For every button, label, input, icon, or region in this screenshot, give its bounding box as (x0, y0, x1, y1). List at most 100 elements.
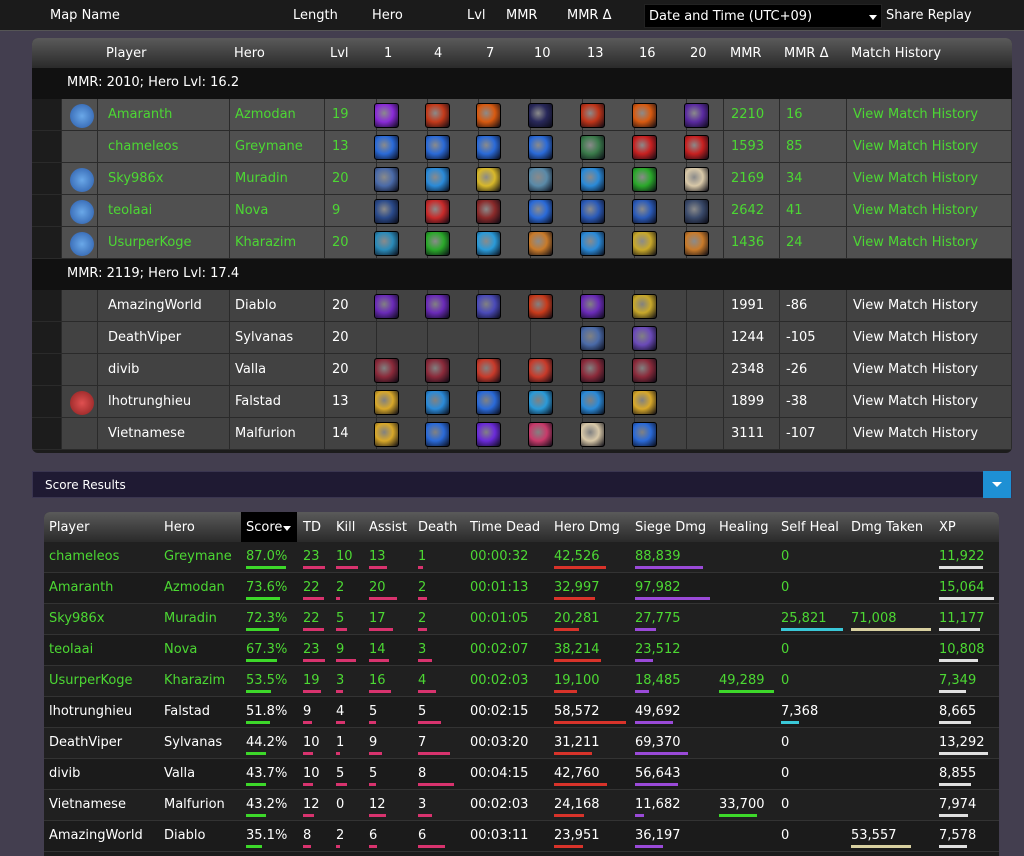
view-match-history-link[interactable]: View Match History (853, 298, 978, 313)
talent-icon[interactable] (374, 135, 399, 160)
talent-icon[interactable] (374, 390, 399, 415)
talent-icon[interactable] (684, 167, 709, 192)
score-player-name[interactable]: Amaranth (49, 580, 113, 595)
player-name[interactable]: divib (108, 362, 139, 377)
talent-icon[interactable] (632, 231, 657, 256)
view-match-history-link[interactable]: View Match History (853, 107, 978, 122)
score-col-healing[interactable]: Healing (719, 520, 768, 535)
talent-icon[interactable] (632, 294, 657, 319)
talent-icon[interactable] (528, 358, 553, 383)
score-col-xp[interactable]: XP (939, 520, 956, 535)
player-name[interactable]: teolaai (108, 203, 152, 218)
talent-icon[interactable] (632, 199, 657, 224)
talent-icon[interactable] (425, 422, 450, 447)
talent-icon[interactable] (632, 390, 657, 415)
score-col-hero-dmg[interactable]: Hero Dmg (554, 520, 620, 535)
view-match-history-link[interactable]: View Match History (853, 171, 978, 186)
lvl-column[interactable]: Lvl (467, 8, 486, 23)
score-col-death[interactable]: Death (418, 520, 457, 535)
talent-icon[interactable] (580, 326, 605, 351)
view-match-history-link[interactable]: View Match History (853, 203, 978, 218)
score-results-toggle[interactable] (983, 471, 1011, 498)
score-player-name[interactable]: teolaai (49, 642, 93, 657)
talent-icon[interactable] (580, 422, 605, 447)
talent-icon[interactable] (374, 199, 399, 224)
view-match-history-link[interactable]: View Match History (853, 394, 978, 409)
talent-icon[interactable] (632, 422, 657, 447)
talent-icon[interactable] (476, 135, 501, 160)
view-match-history-link[interactable]: View Match History (853, 362, 978, 377)
share-replay-column[interactable]: Share Replay (886, 8, 972, 23)
talent-icon[interactable] (476, 294, 501, 319)
score-col-self-heal[interactable]: Self Heal (781, 520, 839, 535)
mmr-delta-column[interactable]: MMR Δ (567, 8, 612, 23)
score-col-score[interactable]: Score (246, 520, 282, 535)
talent-icon[interactable] (374, 294, 399, 319)
score-col-hero[interactable]: Hero (164, 520, 195, 535)
talent-icon[interactable] (580, 358, 605, 383)
talent-icon[interactable] (476, 103, 501, 128)
talent-icon[interactable] (684, 103, 709, 128)
talent-icon[interactable] (476, 199, 501, 224)
talent-icon[interactable] (425, 294, 450, 319)
talent-icon[interactable] (632, 135, 657, 160)
talent-icon[interactable] (528, 103, 553, 128)
mmr-column[interactable]: MMR (506, 8, 537, 23)
talent-icon[interactable] (580, 103, 605, 128)
date-time-select[interactable]: Date and Time (UTC+09) (644, 4, 882, 28)
player-name[interactable]: Sky986x (108, 171, 164, 186)
talent-icon[interactable] (580, 199, 605, 224)
talent-icon[interactable] (528, 135, 553, 160)
score-col-kill[interactable]: Kill (336, 520, 355, 535)
score-col-assist[interactable]: Assist (369, 520, 407, 535)
player-name[interactable]: chameleos (108, 139, 178, 154)
player-name[interactable]: DeathViper (108, 330, 181, 345)
score-player-name[interactable]: Vietnamese (49, 797, 126, 812)
length-column[interactable]: Length (293, 8, 338, 23)
score-col-td[interactable]: TD (303, 520, 321, 535)
map-name-column[interactable]: Map Name (50, 8, 120, 23)
talent-icon[interactable] (425, 135, 450, 160)
player-name[interactable]: UsurperKoge (108, 235, 192, 250)
talent-icon[interactable] (476, 390, 501, 415)
score-player-name[interactable]: AmazingWorld (49, 828, 143, 843)
talent-icon[interactable] (476, 167, 501, 192)
score-player-name[interactable]: chameleos (49, 549, 119, 564)
talent-icon[interactable] (374, 103, 399, 128)
talent-icon[interactable] (425, 231, 450, 256)
talent-icon[interactable] (374, 358, 399, 383)
talent-icon[interactable] (476, 358, 501, 383)
talent-icon[interactable] (425, 167, 450, 192)
talent-icon[interactable] (528, 199, 553, 224)
talent-icon[interactable] (528, 167, 553, 192)
talent-icon[interactable] (425, 103, 450, 128)
view-match-history-link[interactable]: View Match History (853, 235, 978, 250)
talent-icon[interactable] (580, 167, 605, 192)
talent-icon[interactable] (632, 103, 657, 128)
talent-icon[interactable] (374, 422, 399, 447)
talent-icon[interactable] (580, 135, 605, 160)
talent-icon[interactable] (528, 422, 553, 447)
score-player-name[interactable]: Sky986x (49, 611, 105, 626)
talent-icon[interactable] (425, 199, 450, 224)
view-match-history-link[interactable]: View Match History (853, 330, 978, 345)
view-match-history-link[interactable]: View Match History (853, 139, 978, 154)
talent-icon[interactable] (684, 231, 709, 256)
player-name[interactable]: AmazingWorld (108, 298, 202, 313)
score-player-name[interactable]: divib (49, 766, 80, 781)
talent-icon[interactable] (476, 422, 501, 447)
hero-column[interactable]: Hero (372, 8, 403, 23)
talent-icon[interactable] (425, 358, 450, 383)
talent-icon[interactable] (632, 358, 657, 383)
talent-icon[interactable] (684, 199, 709, 224)
talent-icon[interactable] (632, 167, 657, 192)
score-col-dmg-taken[interactable]: Dmg Taken (851, 520, 923, 535)
talent-icon[interactable] (580, 390, 605, 415)
talent-icon[interactable] (580, 231, 605, 256)
player-name[interactable]: Amaranth (108, 107, 172, 122)
talent-icon[interactable] (476, 231, 501, 256)
talent-icon[interactable] (425, 390, 450, 415)
talent-icon[interactable] (528, 390, 553, 415)
score-player-name[interactable]: DeathViper (49, 735, 122, 750)
talent-icon[interactable] (374, 167, 399, 192)
